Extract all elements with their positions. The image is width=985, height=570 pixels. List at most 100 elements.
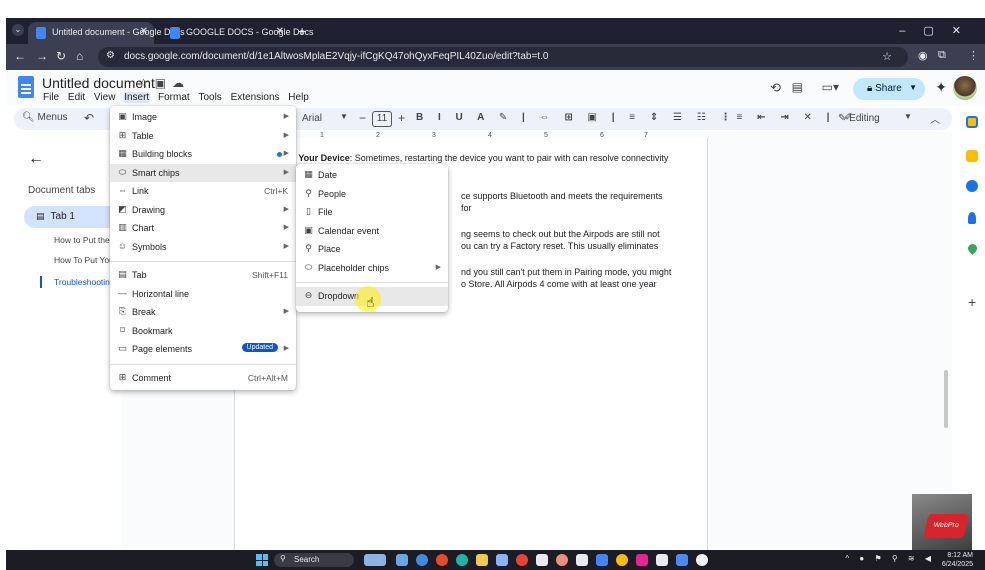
- menu-insert[interactable]: Insert: [123, 92, 151, 103]
- clock[interactable]: 8:12 AM 6/24/2025: [942, 551, 973, 569]
- increase-font-size-button[interactable]: +: [398, 111, 405, 125]
- menu-format[interactable]: Format: [157, 92, 191, 103]
- back-icon[interactable]: ←: [14, 49, 26, 63]
- font-selector[interactable]: Arial: [302, 113, 322, 124]
- contacts-icon[interactable]: [968, 212, 976, 224]
- menu-item-file[interactable]: ▯ File: [296, 203, 448, 222]
- browser-tab[interactable]: GOOGLE DOCS - Google Docs ✕: [162, 22, 314, 44]
- version-history-icon[interactable]: ⟲: [770, 80, 781, 96]
- menu-item-break[interactable]: ⎘ Break ▶: [110, 303, 296, 322]
- horizontal-ruler[interactable]: 1 2 3 4 5 6 7: [292, 132, 712, 144]
- browser-menu-icon[interactable]: ⋮: [968, 49, 979, 62]
- menu-item-comment[interactable]: ⊞ Comment Ctrl+Alt+M: [110, 369, 296, 388]
- calendar-app-icon[interactable]: [966, 116, 978, 128]
- chevron-down-icon[interactable]: ▼: [909, 83, 917, 92]
- app-icon[interactable]: [576, 554, 588, 566]
- menu-view[interactable]: View: [93, 92, 117, 103]
- taskbar-search[interactable]: ⚲ Search: [274, 553, 354, 567]
- menu-item-place[interactable]: ⚲ Place: [296, 240, 448, 259]
- system-tray[interactable]: ^ ● ⚑ ⚲ ≋ ◀: [845, 554, 935, 563]
- scrollbar[interactable]: [944, 370, 948, 428]
- menu-tools[interactable]: Tools: [197, 92, 222, 103]
- windows-start-icon[interactable]: [256, 554, 268, 566]
- menu-item-page-elements[interactable]: ▭ Page elements Updated ▶: [110, 340, 296, 359]
- menu-item-date[interactable]: ▦ Date: [296, 166, 448, 185]
- reload-icon[interactable]: ↻: [56, 49, 66, 63]
- comments-icon[interactable]: ▤: [792, 80, 803, 94]
- new-tab-button[interactable]: +: [298, 23, 306, 39]
- tab-search-button[interactable]: ⌄: [12, 24, 24, 36]
- app-icon[interactable]: [556, 554, 568, 566]
- menu-file[interactable]: File: [42, 92, 60, 103]
- chevron-down-icon[interactable]: ▼: [340, 112, 348, 121]
- widgets-icon[interactable]: [364, 554, 386, 566]
- chevron-down-icon[interactable]: ▼: [904, 112, 912, 121]
- tasks-icon[interactable]: [966, 180, 978, 192]
- site-info-icon[interactable]: ⚙: [106, 50, 115, 61]
- app-icon[interactable]: [536, 554, 548, 566]
- menu-item-link[interactable]: ⇔ Link Ctrl+K: [110, 182, 296, 201]
- menu-item-drawing[interactable]: ◩ Drawing ▶: [110, 201, 296, 220]
- menu-help[interactable]: Help: [287, 92, 310, 103]
- menu-item-people[interactable]: ⚲ People: [296, 185, 448, 204]
- back-arrow-icon[interactable]: ←: [28, 150, 44, 168]
- chat-icon[interactable]: [416, 554, 428, 566]
- undo-icon[interactable]: ↶: [84, 111, 94, 125]
- cloud-status-icon[interactable]: ☁: [172, 76, 190, 90]
- move-folder-icon[interactable]: ▣: [155, 76, 172, 90]
- collapse-toolbar-icon[interactable]: ︿: [930, 111, 940, 126]
- edge-icon[interactable]: [456, 554, 468, 566]
- share-button[interactable]: 🔒︎ Share ▼: [853, 78, 925, 100]
- menu-item-symbols[interactable]: ☺ Symbols ▶: [110, 238, 296, 257]
- editing-mode-selector[interactable]: ✎ Editing: [838, 113, 880, 124]
- docs-logo-icon[interactable]: [18, 76, 34, 98]
- menu-item-tab[interactable]: ▤ Tab Shift+F11: [110, 266, 296, 285]
- menu-item-bookmark[interactable]: ⌑ Bookmark: [110, 322, 296, 341]
- app-icon[interactable]: [636, 554, 648, 566]
- menu-item-calendar-event[interactable]: ▣ Calendar event: [296, 222, 448, 241]
- menu-item-placeholder-chips[interactable]: ⬭ Placeholder chips ▶: [296, 259, 448, 278]
- browser-tab-active[interactable]: Untitled document - Google Docs ✕: [28, 22, 185, 44]
- app-icon[interactable]: [436, 554, 448, 566]
- menu-item-smart-chips[interactable]: ⬭ Smart chips ▶: [110, 163, 296, 182]
- app-icon[interactable]: [676, 554, 688, 566]
- menu-item-horizontal-line[interactable]: — Horizontal line: [110, 285, 296, 304]
- format-tools[interactable]: B I U A ✎ | ⇔ ⊞ ▣ | ≡ ⇕ ☰ ☷ ⋮≡ ⇤ ⇥ ✕ | ✐: [416, 112, 859, 123]
- home-icon[interactable]: ⌂: [76, 49, 83, 63]
- font-size-field[interactable]: 11: [372, 111, 392, 127]
- chrome-icon[interactable]: [516, 554, 528, 566]
- gemini-sparkle-icon[interactable]: ✦: [935, 79, 947, 96]
- app-icon[interactable]: [616, 554, 628, 566]
- store-icon[interactable]: [496, 554, 508, 566]
- forward-icon[interactable]: →: [36, 49, 48, 63]
- meet-icon[interactable]: ▭▾: [822, 80, 839, 94]
- extensions-puzzle-icon[interactable]: ⧉: [938, 49, 946, 62]
- close-tab-icon[interactable]: ✕: [140, 26, 148, 37]
- menu-item-building-blocks[interactable]: ▦ Building blocks ▶: [110, 145, 296, 164]
- shortcut-label: Shift+F11: [252, 270, 288, 280]
- maps-icon[interactable]: [966, 242, 979, 255]
- window-controls[interactable]: –▢✕: [899, 24, 979, 37]
- menu-item-image[interactable]: ▣ Image ▶: [110, 108, 296, 127]
- app-icon[interactable]: [596, 554, 608, 566]
- menu-item-chart[interactable]: ▥ Chart ▶: [110, 219, 296, 238]
- menu-extensions[interactable]: Extensions: [230, 92, 281, 103]
- extension-icon[interactable]: ◉: [918, 49, 928, 62]
- decrease-font-size-button[interactable]: −: [359, 111, 366, 125]
- close-tab-icon[interactable]: ✕: [276, 26, 284, 37]
- table-icon: ⊞: [118, 129, 127, 140]
- keep-icon[interactable]: [966, 150, 978, 162]
- app-icon[interactable]: [696, 554, 708, 566]
- app-icon[interactable]: [656, 554, 668, 566]
- address-bar[interactable]: ⚙ docs.google.com/document/d/1e1AltwosMp…: [98, 47, 908, 67]
- sidebar-item-tab-1[interactable]: ▤ Tab 1: [24, 206, 116, 228]
- bookmark-star-icon[interactable]: ☆: [882, 50, 892, 63]
- star-icon[interactable]: ☆: [138, 76, 155, 90]
- avatar[interactable]: [953, 76, 977, 100]
- menu-item-table[interactable]: ⊞ Table ▶: [110, 127, 296, 146]
- menu-edit[interactable]: Edit: [67, 92, 86, 103]
- task-view-icon[interactable]: [396, 554, 408, 566]
- file-explorer-icon[interactable]: [476, 554, 488, 566]
- menus-search[interactable]: 🔍︎ Menus: [22, 112, 68, 123]
- add-addon-icon[interactable]: +: [968, 294, 976, 310]
